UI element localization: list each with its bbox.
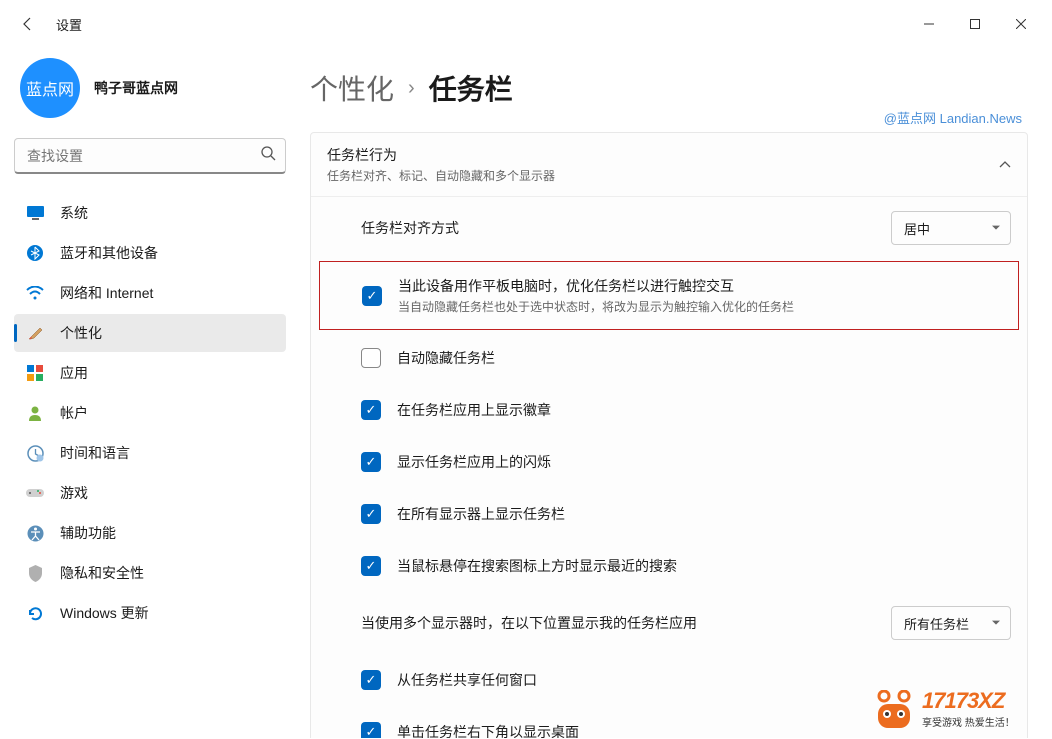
nav-update[interactable]: Windows 更新 (14, 594, 286, 632)
show-desktop-checkbox[interactable]: ✓ (361, 722, 381, 738)
all-displays-label: 在所有显示器上显示任务栏 (397, 504, 1011, 524)
nav-label: 时间和语言 (60, 443, 130, 463)
recent-search-label: 当鼠标悬停在搜索图标上方时显示最近的搜索 (397, 556, 1011, 576)
tablet-checkbox[interactable]: ✓ (362, 286, 382, 306)
nav-system[interactable]: 系统 (14, 194, 286, 232)
window-title: 设置 (56, 15, 82, 34)
mascot-icon (872, 690, 916, 726)
clock-globe-icon (26, 444, 44, 462)
nav-label: 网络和 Internet (60, 283, 153, 303)
autohide-checkbox[interactable] (361, 348, 381, 368)
arrow-left-icon (20, 16, 36, 32)
breadcrumb-parent[interactable]: 个性化 (310, 68, 394, 108)
nav-personalization[interactable]: 个性化 (14, 314, 286, 352)
all-displays-checkbox[interactable]: ✓ (361, 504, 381, 524)
sidebar-nav: 系统 蓝牙和其他设备 网络和 Internet 个性化 应用 帐户 时间和语言 … (14, 194, 286, 632)
row-recent-search: ✓ 当鼠标悬停在搜索图标上方时显示最近的搜索 (311, 540, 1027, 592)
alignment-select[interactable]: 居中 (891, 211, 1011, 245)
bluetooth-icon (26, 244, 44, 262)
multi-display-label: 当使用多个显示器时，在以下位置显示我的任务栏应用 (327, 613, 891, 633)
nav-gaming[interactable]: 游戏 (14, 474, 286, 512)
wifi-icon (26, 284, 44, 302)
user-profile[interactable]: 蓝点网 鸭子哥蓝点网 (14, 48, 286, 138)
search-icon (261, 146, 276, 166)
close-icon (1016, 19, 1026, 29)
badges-checkbox[interactable]: ✓ (361, 400, 381, 420)
corner-tagline: 享受游戏 热爱生活！ (922, 714, 1015, 729)
gamepad-icon (26, 484, 44, 502)
alignment-label: 任务栏对齐方式 (361, 218, 891, 238)
nav-label: 个性化 (60, 323, 102, 343)
maximize-icon (970, 19, 980, 29)
nav-label: 蓝牙和其他设备 (60, 243, 158, 263)
flashing-checkbox[interactable]: ✓ (361, 452, 381, 472)
avatar: 蓝点网 (20, 58, 80, 118)
display-icon (26, 204, 44, 222)
section-title: 任务栏行为 (327, 145, 555, 165)
row-multi-display: 当使用多个显示器时，在以下位置显示我的任务栏应用 所有任务栏 (311, 592, 1027, 654)
back-button[interactable] (8, 4, 48, 44)
row-alignment: 任务栏对齐方式 居中 (311, 196, 1027, 259)
nav-label: 辅助功能 (60, 523, 116, 543)
nav-accessibility[interactable]: 辅助功能 (14, 514, 286, 552)
nav-accounts[interactable]: 帐户 (14, 394, 286, 432)
check-icon: ✓ (366, 558, 377, 574)
row-autohide: 自动隐藏任务栏 (311, 332, 1027, 384)
shield-icon (26, 564, 44, 582)
share-window-checkbox[interactable]: ✓ (361, 670, 381, 690)
accessibility-icon (26, 524, 44, 542)
check-icon: ✓ (366, 402, 377, 418)
person-icon (26, 404, 44, 422)
minimize-button[interactable] (906, 8, 952, 40)
chevron-right-icon: › (408, 77, 415, 100)
breadcrumb: 个性化 › 任务栏 (310, 48, 1028, 132)
update-icon (26, 604, 44, 622)
row-flashing: ✓ 显示任务栏应用上的闪烁 (311, 436, 1027, 488)
tablet-label: 当此设备用作平板电脑时，优化任务栏以进行触控交互 (398, 276, 1002, 296)
nav-time[interactable]: 时间和语言 (14, 434, 286, 472)
nav-network[interactable]: 网络和 Internet (14, 274, 286, 312)
nav-label: Windows 更新 (60, 603, 149, 623)
autohide-label: 自动隐藏任务栏 (397, 348, 1011, 368)
search-input[interactable] (14, 138, 286, 174)
nav-apps[interactable]: 应用 (14, 354, 286, 392)
tablet-sublabel: 当自动隐藏任务栏也处于选中状态时，将改为显示为触控输入优化的任务栏 (398, 298, 1002, 315)
minimize-icon (924, 19, 934, 29)
chevron-up-icon (999, 156, 1011, 174)
paintbrush-icon (26, 324, 44, 342)
badges-label: 在任务栏应用上显示徽章 (397, 400, 1011, 420)
maximize-button[interactable] (952, 8, 998, 40)
username: 鸭子哥蓝点网 (94, 78, 178, 98)
page-title: 任务栏 (429, 68, 513, 108)
nav-label: 应用 (60, 363, 88, 383)
row-badges: ✓ 在任务栏应用上显示徽章 (311, 384, 1027, 436)
row-all-displays: ✓ 在所有显示器上显示任务栏 (311, 488, 1027, 540)
multi-display-select[interactable]: 所有任务栏 (891, 606, 1011, 640)
corner-brand: 17173XZ (922, 688, 1015, 714)
nav-privacy[interactable]: 隐私和安全性 (14, 554, 286, 592)
check-icon: ✓ (367, 288, 378, 304)
close-button[interactable] (998, 8, 1044, 40)
flashing-label: 显示任务栏应用上的闪烁 (397, 452, 1011, 472)
section-header-behavior[interactable]: 任务栏行为 任务栏对齐、标记、自动隐藏和多个显示器 (311, 133, 1027, 196)
check-icon: ✓ (366, 506, 377, 522)
apps-icon (26, 364, 44, 382)
check-icon: ✓ (366, 454, 377, 470)
corner-logo: 17173XZ 享受游戏 热爱生活！ (872, 678, 1052, 738)
nav-label: 隐私和安全性 (60, 563, 144, 583)
check-icon: ✓ (366, 724, 377, 738)
section-subtitle: 任务栏对齐、标记、自动隐藏和多个显示器 (327, 167, 555, 184)
nav-label: 帐户 (60, 403, 88, 423)
nav-label: 系统 (60, 203, 88, 223)
nav-label: 游戏 (60, 483, 88, 503)
recent-search-checkbox[interactable]: ✓ (361, 556, 381, 576)
nav-bluetooth[interactable]: 蓝牙和其他设备 (14, 234, 286, 272)
check-icon: ✓ (366, 672, 377, 688)
highlighted-setting: ✓ 当此设备用作平板电脑时，优化任务栏以进行触控交互 当自动隐藏任务栏也处于选中… (319, 261, 1019, 330)
